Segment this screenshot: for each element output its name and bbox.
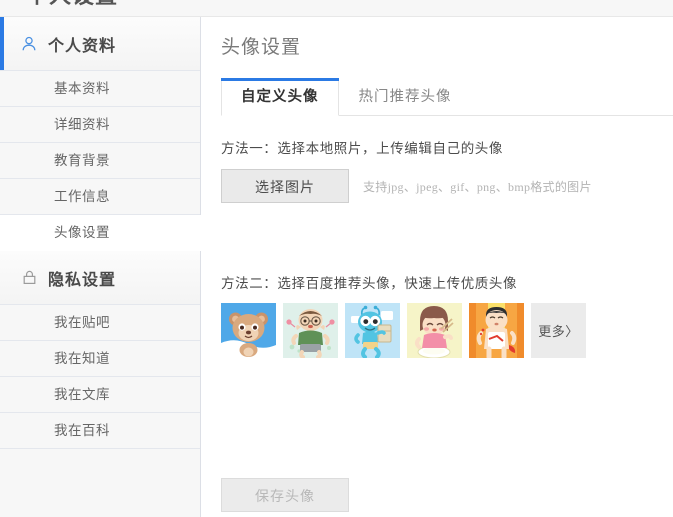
sidebar-group-personal[interactable]: 个人资料 [0, 17, 200, 71]
method-two-heading: 方法二：选择百度推荐头像，快速上传优质头像 [221, 276, 518, 291]
sidebar-item-label: 详细资料 [54, 117, 110, 132]
more-avatars-button[interactable]: 更多〉 [531, 303, 586, 358]
tab-bar: 自定义头像 热门推荐头像 [221, 78, 673, 116]
sidebar-item-education[interactable]: 教育背景 [0, 143, 200, 179]
sidebar-item-baike[interactable]: 我在百科 [0, 413, 200, 449]
sidebar-item-label: 我在文库 [54, 387, 110, 402]
page-header-strip: 个人设置 [0, 0, 673, 17]
sidebar-item-label: 基本资料 [54, 81, 110, 96]
save-avatar-button[interactable]: 保存头像 [221, 478, 349, 512]
pick-image-row: 选择图片 支持jpg、jpeg、gif、png、bmp格式的图片 [221, 169, 592, 203]
select-image-button[interactable]: 选择图片 [221, 169, 349, 203]
sidebar-item-label: 我在贴吧 [54, 315, 110, 330]
sidebar-item-label: 我在知道 [54, 351, 110, 366]
active-accent-bar [0, 17, 4, 70]
sidebar: 个人资料 基本资料 详细资料 教育背景 工作信息 头像设置 隐私设置 我在贴吧 … [0, 17, 202, 517]
method-one-heading: 方法一：选择本地照片，上传编辑自己的头像 [221, 141, 503, 156]
sidebar-item-basic-info[interactable]: 基本资料 [0, 71, 200, 107]
sidebar-item-detail-info[interactable]: 详细资料 [0, 107, 200, 143]
user-icon [18, 35, 40, 53]
sidebar-group-privacy[interactable]: 隐私设置 [0, 251, 200, 305]
recommended-avatar-list: 更多〉 [221, 303, 586, 358]
tab-label: 热门推荐头像 [358, 89, 452, 105]
avatar-sumo[interactable] [469, 303, 524, 358]
sidebar-item-tieba[interactable]: 我在贴吧 [0, 305, 200, 341]
sidebar-item-label: 我在百科 [54, 423, 110, 438]
avatar-monster[interactable] [345, 303, 400, 358]
sidebar-group-label: 隐私设置 [48, 271, 117, 289]
tab-active-indicator [221, 78, 339, 81]
sidebar-item-zhidao[interactable]: 我在知道 [0, 341, 200, 377]
page-title: 个人设置 [26, 0, 118, 10]
sidebar-item-label: 工作信息 [54, 189, 110, 204]
sidebar-item-work-info[interactable]: 工作信息 [0, 179, 200, 215]
tab-recommended-avatar[interactable]: 热门推荐头像 [339, 79, 472, 116]
sidebar-item-avatar-settings[interactable]: 头像设置 [0, 215, 202, 251]
main-heading: 头像设置 [221, 37, 302, 58]
page-root: 个人设置 个人资料 基本资料 详细资料 教育背景 工作信息 头 [0, 0, 673, 517]
tab-custom-avatar[interactable]: 自定义头像 [221, 78, 339, 116]
sidebar-item-wenku[interactable]: 我在文库 [0, 377, 200, 413]
main-content: 头像设置 自定义头像 热门推荐头像 方法一：选择本地照片，上传编辑自己的头像 选… [202, 17, 673, 517]
format-hint: 支持jpg、jpeg、gif、png、bmp格式的图片 [363, 179, 592, 194]
sidebar-filler [0, 449, 200, 517]
tab-label: 自定义头像 [241, 89, 319, 105]
active-accent-bar [0, 251, 4, 304]
lock-icon [18, 269, 40, 286]
avatar-boy[interactable] [283, 303, 338, 358]
avatar-bear[interactable] [221, 303, 276, 358]
sidebar-item-label: 头像设置 [54, 225, 110, 240]
sidebar-item-label: 教育背景 [54, 153, 110, 168]
avatar-girl[interactable] [407, 303, 462, 358]
sidebar-group-label: 个人资料 [48, 37, 117, 55]
